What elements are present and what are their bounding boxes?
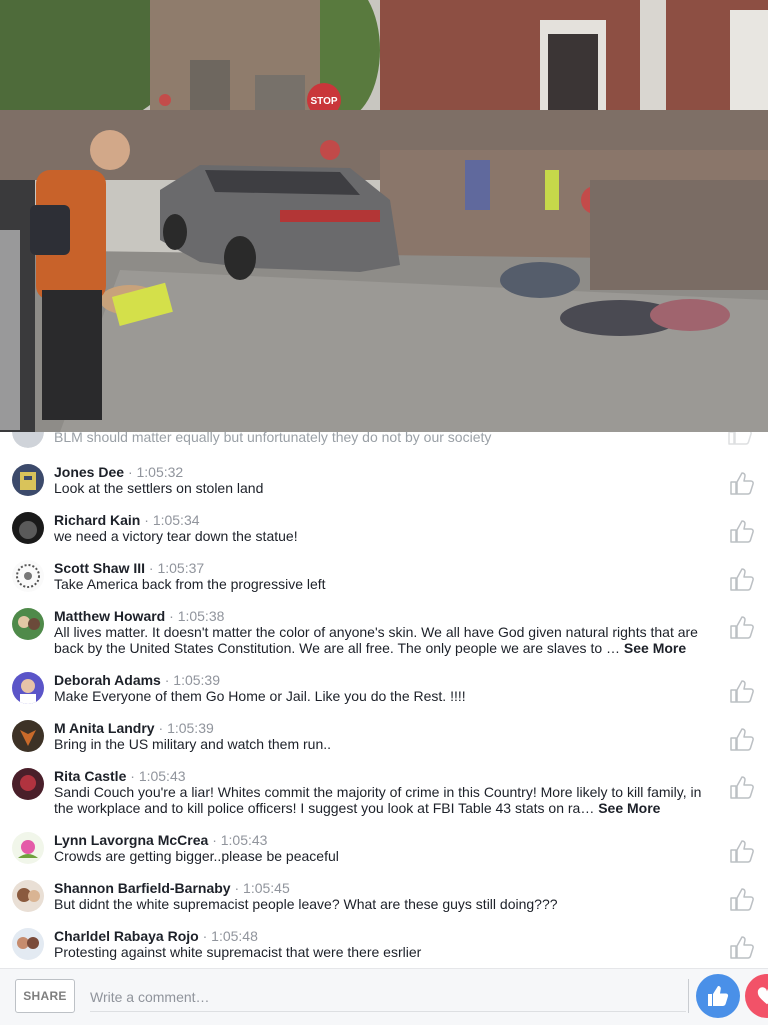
comment-time[interactable]: 1:05:38	[178, 608, 225, 624]
comment-time[interactable]: 1:05:48	[211, 928, 258, 944]
avatar[interactable]	[12, 560, 44, 592]
see-more-link[interactable]: See More	[598, 800, 660, 816]
see-more-link[interactable]: See More	[624, 640, 686, 656]
like-icon[interactable]	[726, 432, 752, 446]
like-icon[interactable]	[728, 726, 754, 752]
separator: ·	[234, 880, 240, 896]
comment-author[interactable]: Matthew Howard	[54, 608, 165, 624]
avatar[interactable]	[12, 672, 44, 704]
separator: ·	[148, 560, 154, 576]
avatar[interactable]	[12, 768, 44, 800]
comment-text: Crowds are getting bigger..please be pea…	[54, 848, 339, 864]
like-icon[interactable]	[728, 470, 754, 496]
comment-time[interactable]: 1:05:34	[153, 512, 200, 528]
avatar[interactable]	[12, 512, 44, 544]
like-icon[interactable]	[728, 934, 754, 960]
comment-text: Bring in the US military and watch them …	[54, 736, 332, 752]
separator: ·	[127, 464, 133, 480]
comment-time[interactable]: 1:05:37	[157, 560, 204, 576]
like-icon[interactable]	[728, 886, 754, 912]
comment-text: Take America back from the progressive l…	[54, 576, 326, 592]
avatar[interactable]	[12, 720, 44, 752]
avatar[interactable]	[12, 464, 44, 496]
comment-author[interactable]: Shannon Barfield-Barnaby	[54, 880, 231, 896]
comment-composer-bar: SHARE	[0, 968, 768, 1025]
comment-text: BLM should matter equally but unfortunat…	[54, 432, 492, 445]
comment-text: Make Everyone of them Go Home or Jail. L…	[54, 688, 466, 704]
like-icon[interactable]	[728, 566, 754, 592]
comment-input[interactable]	[90, 983, 686, 1012]
comment-time[interactable]: 1:05:45	[243, 880, 290, 896]
comment-author[interactable]: Richard Kain	[54, 512, 140, 528]
comment-author[interactable]: Jones Dee	[54, 464, 124, 480]
separator: ·	[130, 768, 135, 784]
thumbs-up-filled-icon[interactable]	[696, 974, 740, 1018]
separator: ·	[202, 928, 208, 944]
comment-author[interactable]: Lynn Lavorgna McCrea	[54, 832, 208, 848]
like-icon[interactable]	[728, 518, 754, 544]
avatar	[12, 432, 44, 448]
heart-icon[interactable]	[745, 974, 768, 1018]
comment-time[interactable]: 1:05:43	[221, 832, 268, 848]
comment-author[interactable]: Charldel Rabaya Rojo	[54, 928, 199, 944]
share-button[interactable]: SHARE	[15, 979, 75, 1013]
separator: ·	[158, 720, 164, 736]
avatar[interactable]	[12, 928, 44, 960]
live-video-frame[interactable]: STOP	[0, 0, 768, 432]
comment-time[interactable]: 1:05:39	[167, 720, 214, 736]
avatar[interactable]	[12, 608, 44, 640]
stop-sign-text: STOP	[310, 96, 337, 107]
comment-text: Protesting against white supremacist tha…	[54, 944, 422, 960]
comment-author[interactable]: Deborah Adams	[54, 672, 161, 688]
comment-text: Look at the settlers on stolen land	[54, 480, 264, 496]
partial-comment: BLM should matter equally but unfortunat…	[0, 432, 768, 448]
like-icon[interactable]	[728, 614, 754, 640]
like-icon[interactable]	[728, 774, 754, 800]
separator: ·	[144, 512, 149, 528]
comment-text: we need a victory tear down the statue!	[54, 528, 298, 544]
separator: ·	[212, 832, 217, 848]
comment-author[interactable]: Rita Castle	[54, 768, 126, 784]
separator: ·	[164, 672, 170, 688]
comment-author[interactable]: Scott Shaw III	[54, 560, 145, 576]
comment-text: But didnt the white supremacist people l…	[54, 896, 558, 912]
comment-time[interactable]: 1:05:39	[173, 672, 220, 688]
comment-list[interactable]: BLM should matter equally but unfortunat…	[0, 432, 768, 968]
comment-time[interactable]: 1:05:32	[137, 464, 184, 480]
like-icon[interactable]	[728, 838, 754, 864]
separator: ·	[169, 608, 174, 624]
like-icon[interactable]	[728, 678, 754, 704]
avatar[interactable]	[12, 832, 44, 864]
video-scene: STOP	[0, 0, 768, 432]
comment-author[interactable]: M Anita Landry	[54, 720, 155, 736]
divider	[688, 979, 689, 1013]
comment-text: All lives matter. It doesn't matter the …	[54, 624, 698, 656]
avatar[interactable]	[12, 880, 44, 912]
comment-time[interactable]: 1:05:43	[139, 768, 186, 784]
